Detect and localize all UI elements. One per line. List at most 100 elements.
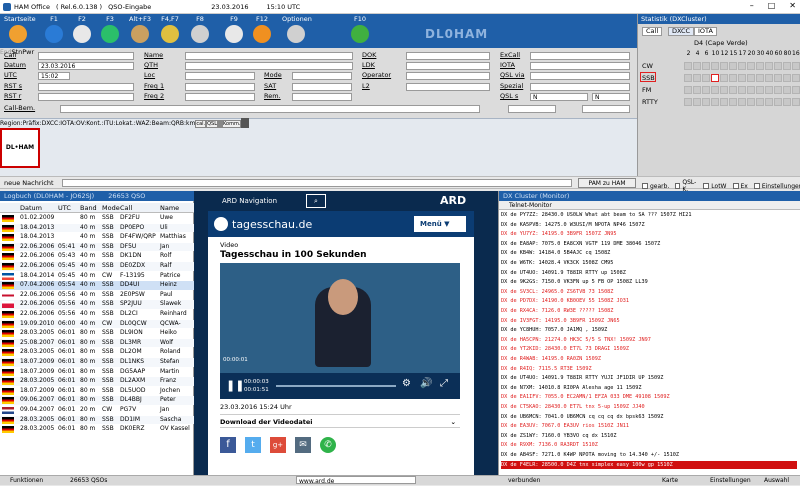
- dx-spot-row[interactable]: DX de EA1IFV: 7055.0 EC2AMN/1 EFZA 033 D…: [501, 393, 797, 402]
- dx-spot-row[interactable]: DX de IV3FGT: 14195.0 3B9FR 1509Z JN65: [501, 317, 797, 326]
- table-row[interactable]: 09.06.2007 06:01 80 m SSB DL4BBJ Peter: [0, 396, 194, 405]
- dx-spot-row[interactable]: DX de YU7YZ: 14195.0 3B9FR 1507Z JN95: [501, 230, 797, 239]
- map-button[interactable]: Karte: [662, 476, 678, 485]
- check-box-4[interactable]: [753, 183, 760, 189]
- info-button-4[interactable]: Komm.: [222, 120, 242, 128]
- form-field-2[interactable]: 15:02: [38, 72, 70, 80]
- facebook-icon[interactable]: f: [220, 437, 236, 453]
- googleplus-icon[interactable]: g+: [270, 437, 286, 453]
- lb-col-datum[interactable]: Datum: [20, 204, 42, 212]
- settings-icon[interactable]: ⚙: [402, 378, 411, 389]
- dx-spot-row[interactable]: DX de UT4UO: 14091.9 T88IR RTTY YUJI JF1…: [501, 374, 797, 383]
- form-far-field-1[interactable]: [530, 62, 630, 70]
- dx-spot-row[interactable]: DX de R4WAB: 14195.0 RA0ZN 1509Z: [501, 355, 797, 364]
- dx-spot-row[interactable]: DX de PD7DX: 14190.0 KB0OEV 55 1508Z JO3…: [501, 297, 797, 306]
- browser-url[interactable]: www.ard.de: [296, 476, 416, 485]
- toolbar-button-5-icon[interactable]: [161, 25, 179, 43]
- table-row[interactable]: 18.04.2014 05:45 40 m CW F-13195 Patrice: [0, 272, 194, 281]
- volume-icon[interactable]: 🔊: [420, 378, 432, 389]
- dx-spot-row[interactable]: DX de R4IQ: 7115.5 RT3E 1509Z: [501, 365, 797, 374]
- table-row[interactable]: 22.06.2006 05:45 40 m SSB DE0ZDX Ralf: [0, 262, 194, 271]
- form-far-field-0[interactable]: [530, 52, 630, 60]
- table-row[interactable]: 22.06.2006 05:43 40 m SSB DK1DN Rolf: [0, 252, 194, 261]
- dx-spot-row[interactable]: DX de F4ELR: 28500.0 D4Z tnx simplex eas…: [501, 460, 797, 470]
- lb-col-band[interactable]: Band: [80, 204, 97, 212]
- search-icon[interactable]: ⌕: [306, 194, 326, 208]
- table-row[interactable]: 19.09.2010 06:00 40 m CW DL0QCW QCWA-: [0, 319, 194, 329]
- form-right-field-3[interactable]: [406, 83, 490, 91]
- fullscreen-icon[interactable]: ⤢: [440, 378, 448, 389]
- table-row[interactable]: 22.06.2006 05:56 40 m SSB 2E0PSW Paul: [0, 291, 194, 300]
- dx-spot-row[interactable]: DX de UB6MCN: 7041.0 UB6MCN cq cq cq dx …: [501, 413, 797, 422]
- table-row[interactable]: 28.03.2005 06:01 80 m SSB DD1IM Sascha: [0, 415, 194, 425]
- table-row[interactable]: 18.07.2009 06:01 80 m SSB DL1NKS Stefan: [0, 358, 194, 367]
- form-right-field-2[interactable]: [406, 72, 490, 80]
- dx-spot-row[interactable]: DX de RX4CA: 7126.0 RW3E ????? 1508Z: [501, 307, 797, 316]
- lb-col-call[interactable]: Call: [120, 204, 132, 212]
- form-right-field-1[interactable]: [406, 62, 490, 70]
- dx-spot-row[interactable]: DX de EA8AP: 7075.0 EA8CXN VGTF 119 DME …: [501, 240, 797, 249]
- form-far-field-4[interactable]: N: [530, 93, 588, 101]
- check-box-1[interactable]: [675, 183, 681, 189]
- table-row[interactable]: 22.06.2006 05:56 40 m SSB SP2JUU Slawek: [0, 300, 194, 309]
- dx-spot-row[interactable]: DX de ZS1WY: 7160.0 YB3VO cq dx 1510Z: [501, 432, 797, 441]
- qsl-r-field[interactable]: N: [592, 93, 630, 101]
- lb-col-name[interactable]: Name: [160, 204, 179, 212]
- chat-icon[interactable]: [247, 118, 250, 128]
- toolbar-button-9-icon[interactable]: [287, 25, 305, 43]
- form-mid-field-2[interactable]: [185, 72, 255, 80]
- table-row[interactable]: 09.04.2007 06:01 20 m CW PG7V Jan: [0, 406, 194, 415]
- form-field-1[interactable]: 23.03.2016: [38, 62, 134, 70]
- form-mid-field-3[interactable]: [185, 83, 255, 91]
- check-box-3[interactable]: [732, 183, 739, 189]
- form-mid-field-1[interactable]: [185, 62, 353, 70]
- info-button-0[interactable]: cal.: [195, 120, 207, 128]
- dx-spot-row[interactable]: DX de SV3CL: 24965.0 ZS6TVB 73 1508Z: [501, 288, 797, 297]
- form-far-field-3[interactable]: [530, 83, 630, 91]
- dx-spot-row[interactable]: DX de YC8HUH: 7057.0 JA1MQ , 1509Z: [501, 326, 797, 335]
- form-mid-field-0[interactable]: [185, 52, 353, 60]
- dx-spot-row[interactable]: DX de EA3UV: 7067.0 EA3UV rios 1510Z JN1…: [501, 422, 797, 431]
- dx-spot-row[interactable]: DX de AB4SF: 7271.0 K4WP NPOTA moving to…: [501, 451, 797, 460]
- stn-field[interactable]: [508, 105, 556, 113]
- lb-col-mode[interactable]: Mode: [102, 204, 120, 212]
- minimize-icon[interactable]: –: [750, 1, 754, 10]
- toolbar-button-2-icon[interactable]: [73, 25, 91, 43]
- dx-spot-row[interactable]: DX de R9XM: 7136.0 RA3RDT 1510Z: [501, 441, 797, 450]
- call-remark-field[interactable]: [60, 105, 480, 113]
- form-far-field-2[interactable]: [530, 72, 630, 80]
- message-input[interactable]: [62, 179, 572, 187]
- dx-spot-row[interactable]: DX de HA5CPN: 21274.0 HK3C 5/5 S TNX! 15…: [501, 336, 797, 345]
- table-row[interactable]: 01.02.2009 80 m SSB DF2FU Uwe: [0, 214, 194, 223]
- table-row[interactable]: 18.04.2013 40 m SSB DF4FW/QRP Matthias: [0, 233, 194, 242]
- table-row[interactable]: 28.03.2005 06:01 80 m SSB DK0ERZ OV Kassel: [0, 425, 194, 434]
- form-field-0[interactable]: [38, 52, 134, 60]
- ard-nav-title[interactable]: ARD Navigation: [222, 197, 277, 205]
- pam-button[interactable]: PAM zu HAM: [578, 178, 636, 188]
- dx-spot-row[interactable]: DX de W6TK: 14028.4 VK3CK 1508Z CM95: [501, 259, 797, 268]
- toolbar-button-8-icon[interactable]: [253, 25, 271, 43]
- whatsapp-icon[interactable]: ✆: [320, 437, 336, 453]
- dx-spot-row[interactable]: DX de YT2KID: 28430.0 ET7L 73 DRAGI 1509…: [501, 345, 797, 354]
- table-row[interactable]: 22.06.2006 05:41 40 m SSB DF5U Jan: [0, 242, 194, 252]
- pause-icon[interactable]: ❚❚: [226, 379, 244, 392]
- toolbar-button-6-icon[interactable]: [191, 25, 209, 43]
- menu-button[interactable]: Menü ▼: [414, 216, 466, 232]
- toolbar-button-4-icon[interactable]: [131, 25, 149, 43]
- dx-spot-row[interactable]: DX de KA5PVB: 14275.0 W3USI/M NPOTA NP46…: [501, 221, 797, 230]
- video-player[interactable]: 00:00:01 ❚❚ 00:00:03 00:01:51 ⚙ 🔊 ⤢: [220, 263, 460, 399]
- form-field-4[interactable]: [38, 93, 134, 101]
- table-row[interactable]: 28.03.2005 06:01 80 m SSB DL2OM Roland: [0, 348, 194, 357]
- form-mode-field-2[interactable]: [292, 93, 352, 101]
- dx-spot-row[interactable]: DX de 9K2GS: 7150.0 VK3FN up 5 FB OP 150…: [501, 278, 797, 287]
- check-box-2[interactable]: [703, 183, 710, 189]
- table-row[interactable]: 28.03.2005 06:01 80 m SSB DL9ION Heiko: [0, 329, 194, 338]
- select-button[interactable]: Auswahl: [764, 476, 789, 485]
- table-row[interactable]: 28.03.2005 06:01 80 m SSB DL2AXM Franz: [0, 377, 194, 386]
- article-headline[interactable]: Tagesschau in 100 Sekunden: [220, 250, 367, 260]
- form-mid-field-4[interactable]: [185, 93, 255, 101]
- toolbar-button-3-icon[interactable]: [101, 25, 119, 43]
- download-link[interactable]: Download der Videodatei ⌄: [220, 414, 460, 428]
- dx-spot-row[interactable]: DX de N7XM: 14010.8 RI0PA Alesha age 11 …: [501, 384, 797, 393]
- stat-tab-call[interactable]: Call: [642, 27, 663, 36]
